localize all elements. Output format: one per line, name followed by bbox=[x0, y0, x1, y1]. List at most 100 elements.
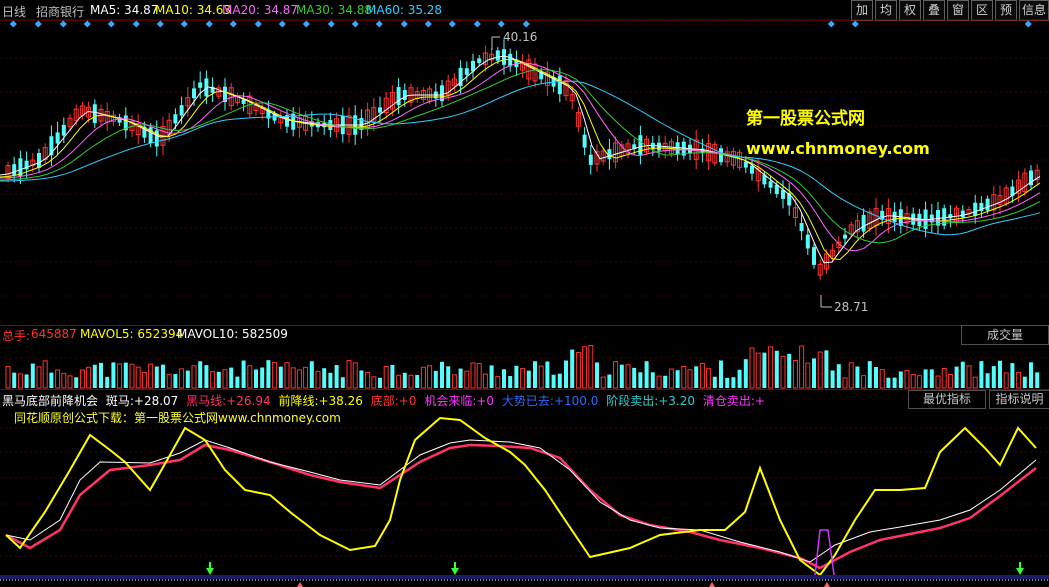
signal-diamond bbox=[9, 20, 17, 28]
volume-bar bbox=[824, 350, 829, 388]
signal-diamond bbox=[180, 20, 188, 28]
volume-bar bbox=[204, 365, 209, 388]
ind-item-label: 机会来临: bbox=[424, 394, 477, 408]
volume-bar bbox=[105, 376, 110, 388]
volume-bar bbox=[135, 366, 141, 389]
volume-total-label: 总手: bbox=[2, 329, 31, 343]
volume-bar bbox=[886, 377, 891, 388]
candle-body bbox=[607, 149, 612, 160]
volume-bar bbox=[198, 361, 203, 388]
volume-bar bbox=[668, 368, 674, 389]
volume-bar bbox=[322, 368, 327, 388]
volume-bar bbox=[433, 370, 438, 388]
volume-bar bbox=[446, 366, 451, 388]
volume-bar bbox=[371, 376, 377, 389]
volume-bar bbox=[67, 375, 73, 389]
volume-bar bbox=[340, 377, 345, 388]
volume-bar bbox=[699, 362, 705, 389]
candle-body bbox=[768, 181, 773, 188]
candle-body bbox=[55, 132, 60, 144]
heima-line bbox=[5, 443, 1037, 570]
indicator-header: 黑马底部前降机会 斑马:+28.07 黑马线:+26.94 前降线:+38.26… bbox=[2, 392, 765, 409]
volume-bar bbox=[296, 369, 302, 389]
indicator-help-button[interactable]: 指标说明 bbox=[989, 390, 1049, 409]
candle-body bbox=[973, 202, 978, 216]
bottom-strip bbox=[0, 575, 1049, 579]
buy-arrow-icon bbox=[451, 568, 459, 575]
candle-body bbox=[805, 234, 810, 249]
volume-bar bbox=[1003, 372, 1009, 389]
volume-bar bbox=[879, 368, 885, 389]
volume-bar bbox=[1010, 363, 1015, 388]
volume-bar bbox=[1022, 376, 1027, 388]
indicator-panel-border bbox=[0, 389, 1049, 390]
volume-bar bbox=[947, 374, 953, 389]
volume-bar bbox=[36, 366, 42, 389]
volume-bar bbox=[383, 366, 389, 389]
volume-bar bbox=[638, 372, 643, 388]
volume-bar bbox=[972, 376, 978, 389]
qianjiang-line bbox=[5, 416, 1037, 577]
ind-item-label: 清仓卖出: bbox=[702, 394, 755, 408]
signal-diamond bbox=[107, 20, 115, 28]
signal-diamond bbox=[448, 20, 456, 28]
signal-diamond bbox=[522, 20, 530, 28]
candle-body bbox=[985, 198, 990, 211]
buy-arrow-icon bbox=[1016, 568, 1024, 575]
candle-body bbox=[477, 58, 482, 63]
volume-bar bbox=[892, 377, 897, 388]
candle-body bbox=[37, 152, 41, 168]
ind-item-value: +0 bbox=[476, 394, 495, 408]
indicator-lines bbox=[5, 416, 1037, 577]
volume-indicator-button[interactable]: 成交量 bbox=[961, 325, 1049, 345]
volume-bar bbox=[141, 372, 147, 389]
volume-bar bbox=[985, 373, 990, 388]
ind-item-value: +26.94 bbox=[226, 394, 271, 408]
volume-bar bbox=[5, 365, 11, 389]
signal-diamond bbox=[83, 20, 91, 28]
chart-canvas[interactable]: 40.16 28.71 bbox=[0, 0, 1049, 587]
volume-bar bbox=[526, 370, 531, 388]
volume-bar bbox=[470, 362, 476, 389]
volume-bar bbox=[799, 345, 805, 389]
volume-bar bbox=[61, 372, 67, 389]
volume-bar bbox=[719, 360, 723, 388]
volume-bar bbox=[458, 368, 463, 388]
volume-bar bbox=[941, 367, 947, 389]
ind-item-value: +0 bbox=[398, 394, 417, 408]
volume-bar bbox=[557, 373, 562, 388]
volume-bar bbox=[408, 374, 414, 389]
candle-body bbox=[92, 104, 97, 124]
candle-body bbox=[843, 234, 847, 239]
volume-bar bbox=[954, 366, 959, 388]
candle-body bbox=[502, 49, 506, 65]
volume-bar bbox=[99, 362, 103, 388]
volume-bar bbox=[848, 362, 854, 389]
watermark-title: 第一股票公式网 bbox=[746, 109, 865, 129]
volume-bar bbox=[1035, 372, 1040, 388]
volume-bar bbox=[247, 365, 253, 389]
volume-bar bbox=[780, 355, 786, 389]
price-marks: 40.16 28.71 bbox=[491, 30, 868, 314]
volume-bar bbox=[935, 375, 941, 389]
candle-body bbox=[61, 124, 66, 136]
volume-bar bbox=[309, 361, 314, 388]
volume-bar bbox=[260, 367, 265, 388]
best-indicator-button[interactable]: 最优指标 bbox=[908, 390, 986, 409]
volume-bar bbox=[743, 359, 748, 388]
volume-bar bbox=[812, 358, 816, 388]
indicator-name[interactable]: 黑马底部前降机会 bbox=[2, 394, 98, 408]
ind-item-label: 前降线: bbox=[278, 394, 319, 408]
buy-arrow-icon bbox=[206, 568, 214, 575]
ind-item-label: 大势已去: bbox=[501, 394, 554, 408]
volume-bar bbox=[179, 368, 185, 389]
volume-bar bbox=[272, 362, 278, 389]
volume-panel-border bbox=[0, 325, 1049, 326]
volume-bar bbox=[520, 368, 526, 389]
volume-bar bbox=[582, 346, 588, 389]
candle-body bbox=[495, 50, 500, 61]
volume-bar bbox=[904, 369, 910, 389]
ind-item-label: 阶段卖出: bbox=[606, 394, 659, 408]
volume-bar bbox=[842, 377, 848, 389]
candle-body bbox=[861, 214, 866, 232]
